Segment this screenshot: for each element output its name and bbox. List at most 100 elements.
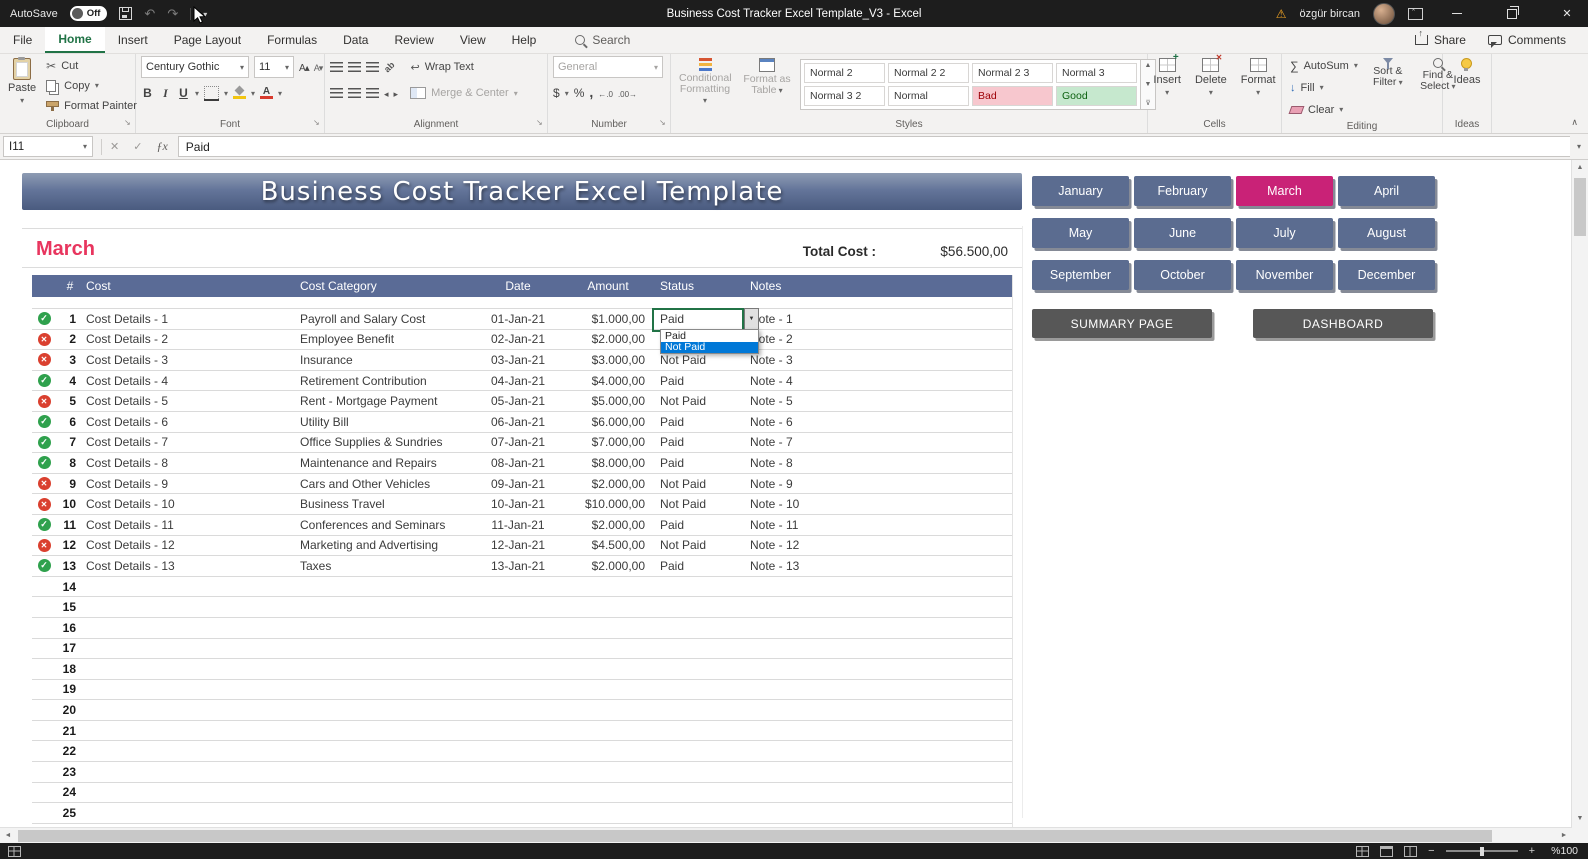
italic-button[interactable]: I [159, 86, 172, 101]
align-center-icon[interactable] [348, 88, 361, 98]
close-button[interactable] [1546, 0, 1588, 27]
align-left-icon[interactable] [330, 88, 343, 98]
amount-cell[interactable]: $2.000,00 [564, 518, 652, 532]
cell-style[interactable]: Normal 3 [1056, 63, 1137, 83]
ribbon-tab[interactable]: Data [330, 27, 381, 53]
chevron-down-icon[interactable]: ▾ [278, 89, 282, 98]
redo-icon[interactable] [167, 6, 178, 22]
category-cell[interactable]: Employee Benefit [300, 332, 472, 346]
avatar[interactable] [1373, 3, 1395, 25]
zoom-level[interactable]: %100 [1546, 845, 1578, 857]
dashboard-button[interactable]: DASHBOARD [1253, 309, 1433, 338]
category-cell[interactable]: Cars and Other Vehicles [300, 477, 472, 491]
vertical-scrollbar[interactable]: ▲ ▼ [1571, 160, 1588, 827]
summary-page-button[interactable]: SUMMARY PAGE [1032, 309, 1212, 338]
notes-cell[interactable]: Note - 4 [744, 374, 1012, 388]
month-button[interactable]: November [1236, 260, 1333, 290]
row-number-cell[interactable]: 3 [56, 353, 84, 367]
total-cost-value[interactable]: $56.500,00 [880, 244, 1008, 259]
spacer-row[interactable] [32, 297, 1012, 309]
ribbon-tab[interactable]: Help [499, 27, 550, 53]
status-cell[interactable]: Not Paid [652, 353, 744, 367]
scroll-right-icon[interactable]: ► [1556, 828, 1572, 844]
borders-icon[interactable] [204, 86, 219, 101]
clipboard-dialog-launcher-icon[interactable] [123, 120, 133, 130]
month-button[interactable]: January [1032, 176, 1129, 206]
status-cell[interactable]: Not Paid [652, 394, 744, 408]
notes-cell[interactable]: Note - 1 [744, 312, 1012, 326]
status-cell[interactable]: Not Paid [652, 538, 744, 552]
search-box[interactable]: Search [575, 27, 630, 53]
cost-cell[interactable]: Cost Details - 2 [84, 332, 300, 346]
zoom-in-icon[interactable]: + [1529, 845, 1535, 857]
row-number-cell[interactable]: 14 [56, 580, 84, 594]
row-number-cell[interactable]: 12 [56, 538, 84, 552]
date-cell[interactable]: 08-Jan-21 [472, 456, 564, 470]
save-icon[interactable] [119, 7, 132, 20]
row-number-cell[interactable]: 15 [56, 600, 84, 614]
cost-cell[interactable]: Cost Details - 10 [84, 497, 300, 511]
cost-cell[interactable]: Cost Details - 13 [84, 559, 300, 573]
amount-cell[interactable]: $6.000,00 [564, 415, 652, 429]
date-cell[interactable]: 02-Jan-21 [472, 332, 564, 346]
ribbon-tab[interactable]: View [447, 27, 499, 53]
amount-cell[interactable]: $2.000,00 [564, 332, 652, 346]
clear-button[interactable]: Clear▾ [1287, 100, 1361, 119]
sort-filter-button[interactable]: Sort & Filter [1365, 56, 1411, 90]
undo-icon[interactable] [144, 6, 155, 22]
comments-button[interactable]: Comments [1488, 33, 1566, 47]
category-cell[interactable]: Utility Bill [300, 415, 472, 429]
row-number-cell[interactable]: 16 [56, 621, 84, 635]
cost-cell[interactable]: Cost Details - 4 [84, 374, 300, 388]
formula-input[interactable]: Paid [178, 136, 1570, 157]
notes-cell[interactable]: Note - 6 [744, 415, 1012, 429]
row-number-cell[interactable]: 4 [56, 374, 84, 388]
page-break-view-icon[interactable] [1404, 846, 1417, 857]
category-cell[interactable]: Maintenance and Repairs [300, 456, 472, 470]
row-number-cell[interactable]: 9 [56, 477, 84, 491]
expand-formula-bar-icon[interactable]: ▾ [1570, 142, 1588, 151]
category-cell[interactable]: Marketing and Advertising [300, 538, 472, 552]
bold-button[interactable]: B [141, 86, 154, 100]
cancel-formula-icon[interactable] [110, 140, 119, 153]
percent-format-icon[interactable] [574, 84, 585, 102]
minimize-button[interactable] [1436, 0, 1478, 27]
date-cell[interactable]: 03-Jan-21 [472, 353, 564, 367]
status-cell[interactable]: Not Paid [652, 497, 744, 511]
enter-formula-icon[interactable] [133, 140, 142, 153]
font-dialog-launcher-icon[interactable] [312, 120, 322, 130]
row-number-cell[interactable]: 2 [56, 332, 84, 346]
row-number-cell[interactable]: 7 [56, 435, 84, 449]
cost-cell[interactable]: Cost Details - 3 [84, 353, 300, 367]
accounting-format-icon[interactable] [553, 84, 560, 102]
merge-center-button[interactable]: Merge & Center▾ [407, 84, 521, 103]
row-number-cell[interactable]: 19 [56, 682, 84, 696]
month-button[interactable]: February [1134, 176, 1231, 206]
autosum-button[interactable]: AutoSum▾ [1287, 56, 1361, 75]
notes-cell[interactable]: Note - 13 [744, 559, 1012, 573]
normal-view-icon[interactable] [1356, 846, 1369, 857]
cost-cell[interactable]: Cost Details - 12 [84, 538, 300, 552]
grow-font-icon[interactable] [299, 58, 309, 76]
row-number-cell[interactable]: 8 [56, 456, 84, 470]
notes-cell[interactable]: Note - 2 [744, 332, 1012, 346]
number-dialog-launcher-icon[interactable] [658, 120, 668, 130]
vertical-scrollbar-thumb[interactable] [1574, 178, 1586, 236]
amount-cell[interactable]: $4.000,00 [564, 374, 652, 388]
row-number-cell[interactable]: 20 [56, 703, 84, 717]
ribbon-tab[interactable]: Page Layout [161, 27, 254, 53]
row-number-cell[interactable]: 5 [56, 394, 84, 408]
amount-cell[interactable]: $10.000,00 [564, 497, 652, 511]
category-cell[interactable]: Rent - Mortgage Payment [300, 394, 472, 408]
chevron-down-icon[interactable]: ▾ [251, 89, 255, 98]
row-number-cell[interactable]: 25 [56, 806, 84, 820]
delete-cells-button[interactable]: Delete▾ [1192, 56, 1230, 99]
notes-cell[interactable]: Note - 11 [744, 518, 1012, 532]
month-button[interactable]: September [1032, 260, 1129, 290]
cell-style[interactable]: Normal 2 2 [888, 63, 969, 83]
category-cell[interactable]: Office Supplies & Sundries [300, 435, 472, 449]
scroll-down-icon[interactable]: ▼ [1572, 811, 1588, 827]
increase-decimal-icon[interactable] [598, 84, 613, 102]
horizontal-scrollbar[interactable]: ◄ ► [0, 827, 1572, 844]
worksheet[interactable]: Business Cost Tracker Excel Template Jan… [0, 160, 1572, 827]
